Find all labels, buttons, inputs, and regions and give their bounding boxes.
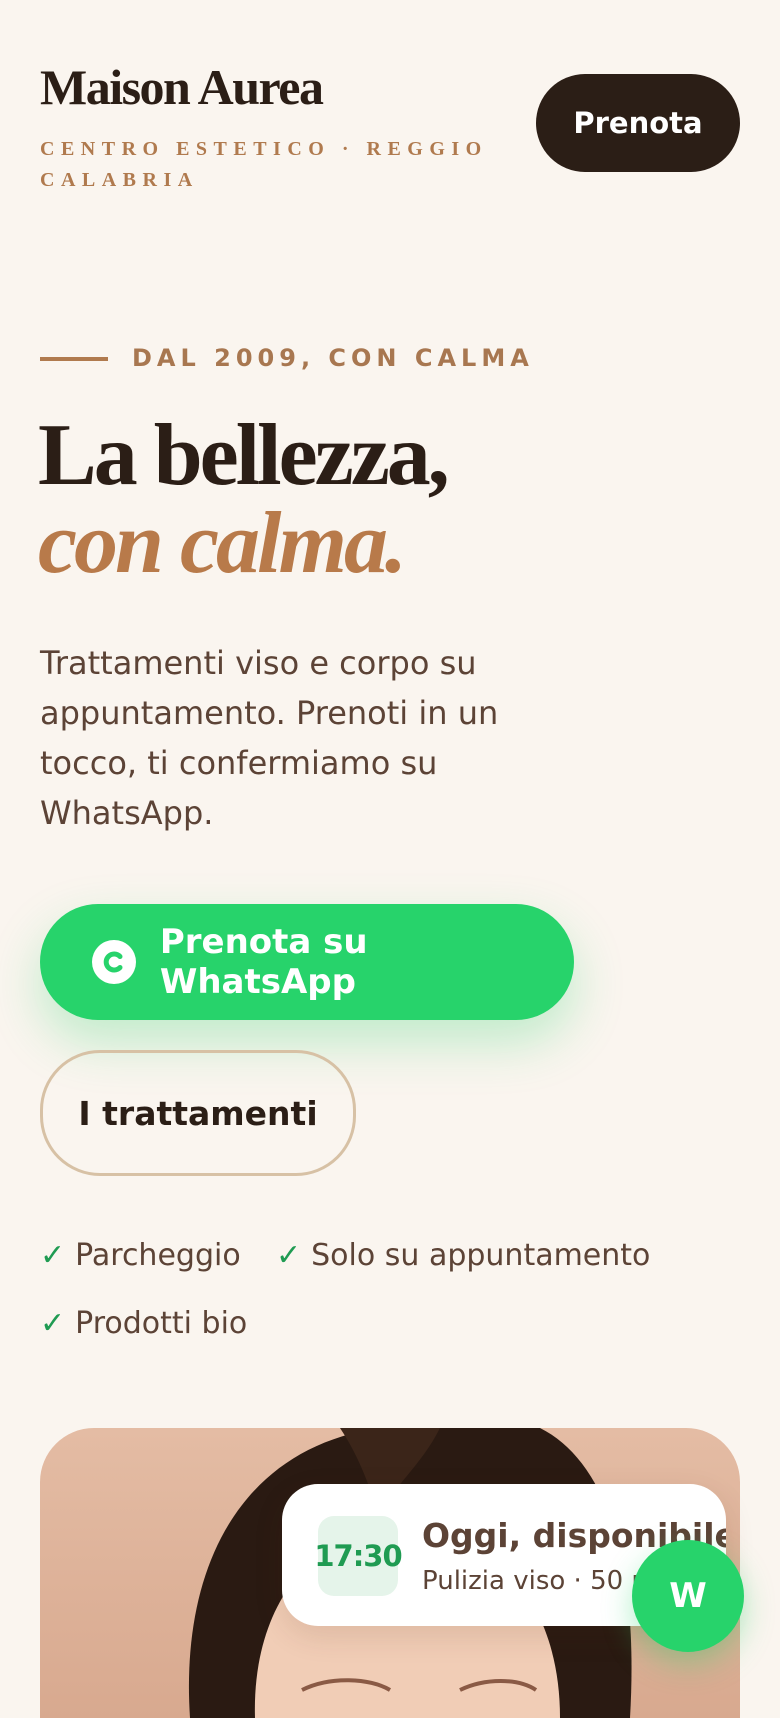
feature-item: ✓ Parcheggio	[40, 1238, 241, 1273]
feature-item: ✓ Solo su appuntamento	[276, 1238, 650, 1273]
whatsapp-floating-button[interactable]: W	[632, 1540, 744, 1652]
hero-title-emphasis: con calma.	[38, 495, 407, 592]
treatments-button[interactable]: I trattamenti	[40, 1050, 356, 1176]
feature-label: Solo su appuntamento	[311, 1238, 651, 1273]
hero-eyebrow: DAL 2009, CON CALMA	[132, 344, 534, 372]
brand-tagline: CENTRO ESTETICO · REGGIO CALABRIA	[40, 138, 488, 191]
check-icon: ✓	[40, 1306, 66, 1341]
book-button[interactable]: Prenota	[536, 74, 740, 172]
feature-label: Prodotti bio	[75, 1306, 248, 1341]
brand-name[interactable]: Maison Aurea	[40, 62, 324, 112]
feature-label: Parcheggio	[75, 1238, 241, 1273]
hero-title: La bellezza,	[38, 407, 450, 504]
time-badge: 17:30	[314, 1516, 403, 1596]
check-icon: ✓	[276, 1238, 302, 1273]
whatsapp-icon	[92, 940, 136, 984]
eyebrow-divider	[40, 357, 108, 361]
whatsapp-button-label: Prenota su WhatsApp	[159, 922, 368, 1002]
hero-lead: Trattamenti viso e corpo su appuntamento…	[40, 644, 499, 832]
feature-item: ✓ Prodotti bio	[40, 1306, 247, 1341]
whatsapp-booking-button[interactable]: Prenota su WhatsApp	[40, 904, 574, 1020]
check-icon: ✓	[40, 1238, 66, 1273]
